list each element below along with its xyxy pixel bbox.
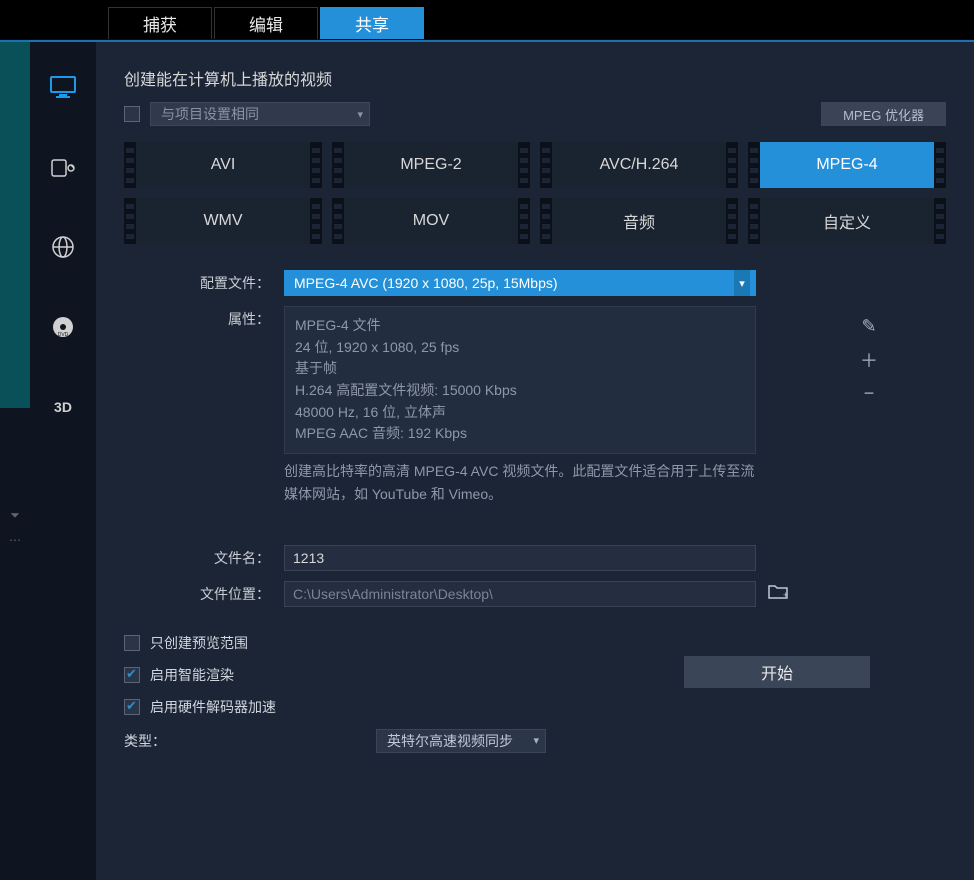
attr-line: MPEG-4 文件 [295, 315, 745, 337]
svg-text:+: + [783, 590, 788, 599]
hw-decode-label: 启用硬件解码器加速 [150, 697, 276, 717]
format-mpeg2[interactable]: MPEG-2 [332, 142, 530, 188]
format-mov[interactable]: MOV [332, 198, 530, 244]
type-label: 类型： [124, 731, 166, 751]
sidebar: DVD 3D [30, 42, 96, 880]
settings-dots-icon[interactable]: ⋯ [9, 533, 21, 547]
same-as-project-checkbox[interactable] [124, 106, 140, 122]
attr-line: MPEG AAC 音频: 192 Kbps [295, 423, 745, 445]
page-title: 创建能在计算机上播放的视频 [124, 66, 946, 90]
computer-icon[interactable] [48, 72, 78, 102]
format-wmv[interactable]: WMV [124, 198, 322, 244]
main-area: ⏷ ⋯ DVD 3D 创建能在计算机上播放的视频 与项目设置相同 MPEG 优化… [0, 40, 974, 880]
edit-profile-icon[interactable]: ✎ [860, 316, 878, 337]
filepath-label: 文件位置： [124, 581, 284, 604]
attributes-label: 属性： [124, 306, 284, 329]
type-dropdown[interactable]: 英特尔高速视频同步 [376, 729, 546, 753]
top-tab-bar: 捕获 编辑 共享 [0, 0, 974, 40]
attributes-box: MPEG-4 文件 24 位, 1920 x 1080, 25 fps 基于帧 … [284, 306, 756, 454]
tab-capture[interactable]: 捕获 [108, 7, 212, 39]
smart-render-label: 启用智能渲染 [150, 665, 234, 685]
profile-description: 创建高比特率的高清 MPEG-4 AVC 视频文件。此配置文件适合用于上传至流媒… [284, 460, 756, 505]
filename-label: 文件名： [124, 545, 284, 568]
disc-icon[interactable]: DVD [48, 312, 78, 342]
project-settings-dropdown[interactable]: 与项目设置相同 [150, 102, 370, 126]
format-custom[interactable]: 自定义 [748, 198, 946, 244]
attr-line: H.264 高配置文件视频: 15000 Kbps [295, 380, 745, 402]
left-strip: ⏷ ⋯ [0, 42, 30, 880]
preview-strip [0, 42, 30, 408]
content-panel: 创建能在计算机上播放的视频 与项目设置相同 MPEG 优化器 AVI MPEG-… [96, 42, 974, 880]
mpeg-optimizer-button[interactable]: MPEG 优化器 [821, 102, 946, 126]
start-button[interactable]: 开始 [684, 656, 870, 688]
preview-only-label: 只创建预览范围 [150, 633, 248, 653]
profile-label: 配置文件： [124, 270, 284, 293]
filepath-input[interactable] [284, 581, 756, 607]
add-profile-icon[interactable]: ＋ [860, 347, 878, 373]
hw-decode-checkbox[interactable] [124, 699, 140, 715]
format-mpeg4[interactable]: MPEG-4 [748, 142, 946, 188]
browse-folder-icon[interactable]: + [768, 583, 788, 604]
format-audio[interactable]: 音频 [540, 198, 738, 244]
svg-text:DVD: DVD [58, 332, 69, 338]
remove-profile-icon[interactable]: − [860, 383, 878, 404]
attr-line: 基于帧 [295, 358, 745, 380]
smart-render-checkbox[interactable] [124, 667, 140, 683]
attr-line: 24 位, 1920 x 1080, 25 fps [295, 337, 745, 359]
device-icon[interactable] [48, 152, 78, 182]
tab-share[interactable]: 共享 [320, 7, 424, 39]
preview-only-checkbox[interactable] [124, 635, 140, 651]
format-avi[interactable]: AVI [124, 142, 322, 188]
tab-edit[interactable]: 编辑 [214, 7, 318, 39]
profile-dropdown[interactable]: MPEG-4 AVC (1920 x 1080, 25p, 15Mbps) [284, 270, 756, 296]
attr-line: 48000 Hz, 16 位, 立体声 [295, 402, 745, 424]
collapse-icon[interactable]: ⏷ [10, 508, 20, 523]
web-icon[interactable] [48, 232, 78, 262]
format-grid: AVI MPEG-2 AVC/H.264 MPEG-4 WMV MOV 音频 自… [124, 142, 946, 244]
filename-input[interactable] [284, 545, 756, 571]
3d-icon[interactable]: 3D [48, 392, 78, 422]
format-avc[interactable]: AVC/H.264 [540, 142, 738, 188]
